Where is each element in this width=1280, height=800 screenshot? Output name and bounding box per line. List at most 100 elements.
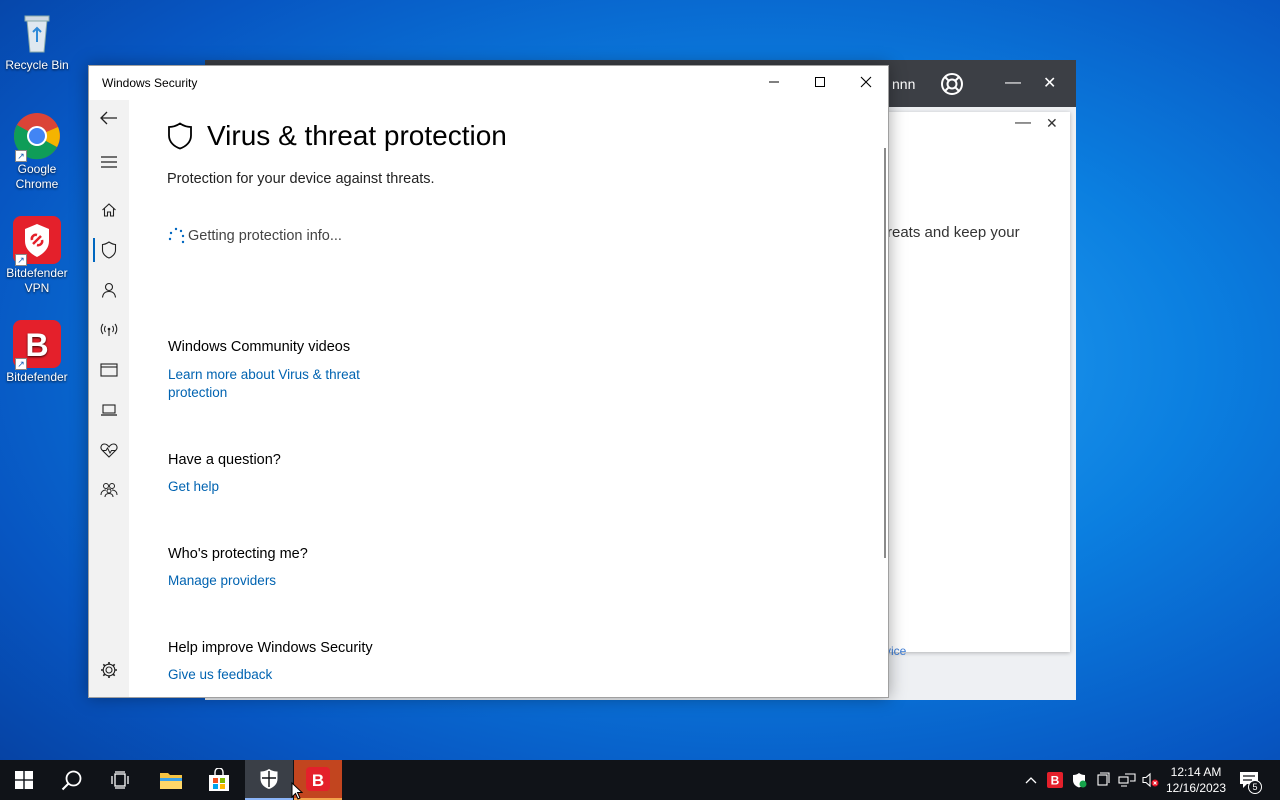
app-browser-icon [100, 363, 118, 377]
maximize-button[interactable] [797, 66, 843, 98]
link-give-feedback[interactable]: Give us feedback [168, 666, 272, 684]
account-icon [101, 282, 117, 298]
background-user-label: nnn [892, 76, 916, 92]
support-lifebuoy-icon[interactable] [940, 72, 964, 101]
back-button[interactable] [89, 102, 129, 134]
device-health-icon [100, 443, 118, 458]
link-get-help[interactable]: Get help [168, 478, 219, 496]
search-button[interactable] [48, 760, 96, 800]
desktop-icon-google-chrome[interactable]: ↗ Google Chrome [2, 112, 72, 192]
tray-network[interactable] [1116, 760, 1138, 800]
nav-settings[interactable] [89, 654, 129, 686]
background-close-button[interactable]: ✕ [1043, 73, 1056, 93]
taskbar: B B 12:14 AM 12/16/2023 5 [0, 760, 1280, 800]
home-icon [102, 203, 116, 217]
bitdefender-vpn-icon: ↗ [13, 216, 61, 266]
svg-text:B: B [312, 771, 324, 790]
device-tray-icon [1097, 772, 1110, 786]
shortcut-arrow-icon: ↗ [15, 254, 27, 266]
scrollbar[interactable] [884, 148, 886, 558]
volume-muted-icon [1142, 772, 1159, 788]
windows-security-shield-icon [260, 769, 278, 789]
security-shield-tray-icon [1073, 773, 1087, 788]
store-icon [209, 768, 229, 791]
nav-app-browser-control[interactable] [89, 354, 129, 386]
nav-device-health[interactable] [89, 434, 129, 466]
window-title: Windows Security [102, 76, 198, 90]
clock-time: 12:14 AM [1170, 765, 1222, 779]
hamburger-menu-icon [101, 156, 117, 168]
family-icon [100, 483, 118, 498]
nav-account-protection[interactable] [89, 274, 129, 306]
network-icon [100, 323, 118, 336]
nav-device-security[interactable] [89, 394, 129, 426]
maximize-icon [815, 77, 825, 87]
notification-count-badge: 5 [1248, 780, 1262, 794]
task-view-icon [111, 771, 129, 789]
hamburger-menu-button[interactable] [89, 146, 129, 178]
shortcut-arrow-icon: ↗ [15, 358, 27, 370]
settings-icon [101, 662, 117, 678]
device-security-icon [101, 404, 117, 416]
link-learn-more-virus-threat[interactable]: Learn more about Virus & threat protecti… [168, 366, 408, 402]
tray-windows-security[interactable] [1068, 760, 1090, 800]
page-heading: Virus & threat protection [167, 120, 507, 152]
minimize-button[interactable] [751, 66, 797, 98]
shield-icon [168, 122, 192, 150]
background-body-text: reats and keep your [887, 224, 1020, 241]
minimize-icon [769, 81, 779, 83]
taskbar-windows-security[interactable] [245, 760, 293, 800]
desktop-icon-bitdefender[interactable]: B ↗ Bitdefender [2, 320, 72, 385]
nav-firewall-network[interactable] [89, 314, 129, 346]
section-title-have-question: Have a question? [168, 452, 281, 468]
back-arrow-icon [100, 111, 117, 125]
chevron-up-icon [1025, 777, 1037, 784]
mouse-cursor-icon [291, 782, 303, 800]
desktop-icon-label: Recycle Bin [5, 58, 69, 72]
background-panel-minimize-button[interactable]: — [1015, 114, 1031, 132]
taskbar-microsoft-store[interactable] [195, 760, 243, 800]
task-view-button[interactable] [96, 760, 144, 800]
section-title-help-improve: Help improve Windows Security [168, 640, 373, 656]
nav-virus-threat-protection[interactable] [89, 234, 129, 266]
tray-bitdefender[interactable]: B [1044, 760, 1066, 800]
loading-indicator: Getting protection info... [167, 226, 342, 246]
shortcut-arrow-icon: ↗ [15, 150, 27, 162]
search-icon [61, 770, 82, 791]
desktop-icon-label: Bitdefender [6, 370, 68, 384]
title-bar[interactable]: Windows Security [89, 66, 888, 100]
link-manage-providers[interactable]: Manage providers [168, 572, 276, 590]
background-panel-close-button[interactable]: ✕ [1046, 115, 1058, 132]
section-title-who-protecting: Who's protecting me? [168, 546, 308, 562]
loading-text: Getting protection info... [188, 228, 342, 244]
windows-security-window[interactable]: Windows Security Virus & threat protecti… [88, 65, 889, 698]
bitdefender-icon: B [306, 767, 330, 791]
desktop-icon-label: Bitdefender VPN [6, 266, 68, 295]
background-minimize-button[interactable]: — [1005, 74, 1021, 92]
folder-icon [160, 773, 182, 789]
recycle-bin-icon [13, 8, 61, 56]
taskbar-file-explorer[interactable] [147, 760, 195, 800]
nav-family-options[interactable] [89, 474, 129, 506]
show-hidden-icons-button[interactable] [1022, 760, 1040, 800]
loading-spinner-icon [168, 227, 185, 244]
clock-date: 12/16/2023 [1165, 781, 1227, 795]
tray-device-icon[interactable] [1092, 760, 1114, 800]
nav-home[interactable] [89, 194, 129, 226]
close-button[interactable] [843, 66, 889, 98]
page-title: Virus & threat protection [207, 120, 507, 151]
shield-icon [101, 241, 117, 259]
action-center-button[interactable]: 5 [1236, 760, 1262, 800]
bitdefender-tray-icon: B [1047, 772, 1063, 788]
page-subtitle: Protection for your device against threa… [167, 171, 435, 187]
desktop-icon-recycle-bin[interactable]: Recycle Bin [2, 8, 72, 73]
start-button[interactable] [0, 760, 48, 800]
network-tray-icon [1118, 773, 1136, 787]
section-title-community-videos: Windows Community videos [168, 339, 351, 355]
windows-logo-icon [15, 771, 33, 789]
tray-volume[interactable] [1140, 760, 1162, 800]
navigation-sidebar [89, 100, 129, 697]
chrome-icon: ↗ [13, 112, 61, 162]
clock[interactable]: 12:14 AM 12/16/2023 [1160, 764, 1232, 796]
desktop-icon-bitdefender-vpn[interactable]: ↗ Bitdefender VPN [2, 216, 72, 296]
